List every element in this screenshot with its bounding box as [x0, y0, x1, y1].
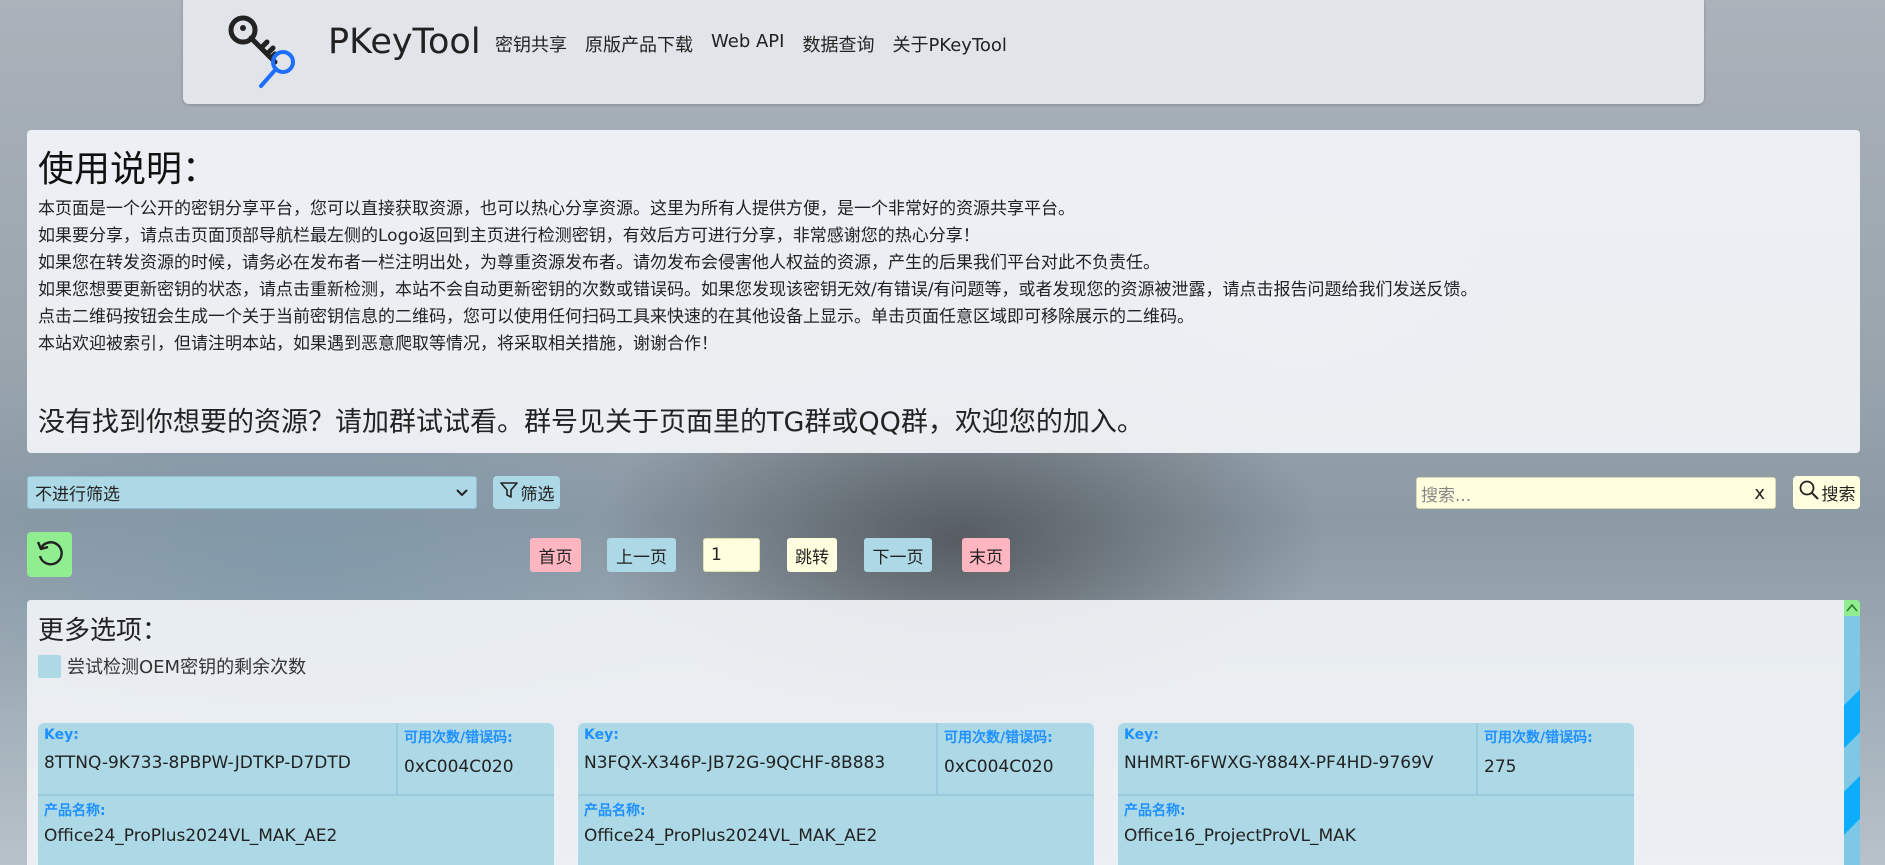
results-scrollbar[interactable] [1844, 600, 1860, 865]
top-navbar: PKeyTool 密钥共享 原版产品下载 Web API 数据查询 关于PKey… [183, 0, 1704, 104]
search-placeholder: 搜索... [1421, 485, 1472, 506]
more-options-title: 更多选项： [38, 616, 169, 646]
nav-item-data-query[interactable]: 数据查询 [802, 31, 874, 57]
product-cell: 产品名称: Office16_ProjectProVL_MAK [1118, 796, 1634, 865]
search-input[interactable]: 搜索... x [1416, 477, 1776, 509]
key-card: Key: N3FQX-X346P-JB72G-9QCHF-8B883 可用次数/… [578, 723, 1094, 865]
key-label: Key: [44, 727, 79, 743]
nav-links: 密钥共享 原版产品下载 Web API 数据查询 关于PKeyTool [495, 31, 1007, 57]
filter-funnel-icon [499, 480, 519, 505]
page-number-input[interactable]: 1 [703, 538, 760, 572]
product-value: Office16_ProjectProVL_MAK [1124, 826, 1356, 846]
chevron-down-icon [455, 483, 469, 503]
instruction-line: 点击二维码按钮会生成一个关于当前密钥信息的二维码，您可以使用任何扫码工具来快速的… [38, 307, 1194, 327]
count-value: 0xC004C020 [944, 757, 1054, 777]
search-clear-button[interactable]: x [1754, 483, 1771, 504]
oem-checkbox[interactable] [38, 654, 61, 678]
filter-button-label: 筛选 [520, 485, 555, 505]
instruction-line: 本页面是一个公开的密钥分享平台，您可以直接获取资源，也可以热心分享资源。这里为所… [38, 199, 1075, 219]
instruction-line: 本站欢迎被索引，但请注明本站，如果遇到恶意爬取等情况，将采取相关措施，谢谢合作！ [38, 334, 718, 354]
prev-page-button[interactable]: 上一页 [607, 538, 676, 572]
nav-item-web-api[interactable]: Web API [711, 31, 784, 57]
scroll-thumb[interactable] [1844, 662, 1860, 862]
jump-button[interactable]: 跳转 [787, 538, 837, 572]
count-label: 可用次数/错误码: [1484, 730, 1593, 746]
count-cell: 可用次数/错误码: 0xC004C020 [938, 723, 1094, 796]
instruction-line: 如果您想要更新密钥的状态，请点击重新检测，本站不会自动更新密钥的次数或错误码。如… [38, 280, 1478, 300]
key-value[interactable]: N3FQX-X346P-JB72G-9QCHF-8B883 [584, 753, 930, 773]
brand-title[interactable]: PKeyTool [328, 22, 481, 62]
nav-item-original-download[interactable]: 原版产品下载 [585, 31, 693, 57]
count-value: 275 [1484, 757, 1517, 777]
count-label: 可用次数/错误码: [404, 730, 513, 746]
product-label: 产品名称: [1124, 803, 1186, 819]
key-cell: Key: NHMRT-6FWXG-Y884X-PF4HD-9769V [1118, 723, 1478, 796]
count-label: 可用次数/错误码: [944, 730, 1053, 746]
search-button[interactable]: 搜索 [1793, 476, 1860, 509]
product-cell: 产品名称: Office24_ProPlus2024VL_MAK_AE2 [38, 796, 554, 865]
last-page-button[interactable]: 末页 [962, 538, 1010, 572]
filter-button[interactable]: 筛选 [493, 476, 560, 509]
key-card: Key: NHMRT-6FWXG-Y884X-PF4HD-9769V 可用次数/… [1118, 723, 1634, 865]
filter-selected-value: 不进行筛选 [35, 485, 120, 505]
product-label: 产品名称: [44, 803, 106, 819]
filter-select[interactable]: 不进行筛选 [27, 476, 477, 509]
key-cell: Key: 8TTNQ-9K733-8PBPW-JDTKP-D7DTD [38, 723, 398, 796]
nav-item-key-share[interactable]: 密钥共享 [495, 31, 567, 57]
product-label: 产品名称: [584, 803, 646, 819]
key-label: Key: [1124, 727, 1159, 743]
product-cell: 产品名称: Office24_ProPlus2024VL_MAK_AE2 [578, 796, 1094, 865]
product-value: Office24_ProPlus2024VL_MAK_AE2 [44, 826, 338, 846]
search-icon [1798, 479, 1820, 506]
logo-key-magnifier-icon[interactable] [223, 10, 303, 90]
count-cell: 可用次数/错误码: 0xC004C020 [398, 723, 554, 796]
first-page-button[interactable]: 首页 [530, 538, 581, 572]
key-label: Key: [584, 727, 619, 743]
search-button-label: 搜索 [1821, 485, 1856, 505]
oem-check-option[interactable]: 尝试检测OEM密钥的剩余次数 [38, 653, 1849, 679]
key-value[interactable]: NHMRT-6FWXG-Y884X-PF4HD-9769V [1124, 753, 1470, 773]
next-page-button[interactable]: 下一页 [864, 538, 932, 572]
instructions-title: 使用说明： [38, 149, 219, 190]
oem-checkbox-label: 尝试检测OEM密钥的剩余次数 [67, 657, 307, 678]
count-value: 0xC004C020 [404, 757, 514, 777]
refresh-button[interactable] [27, 532, 72, 577]
group-notice: 没有找到你想要的资源？请加群试试看。群号见关于页面里的TG群或QQ群，欢迎您的加… [38, 407, 1144, 438]
product-value: Office24_ProPlus2024VL_MAK_AE2 [584, 826, 878, 846]
key-card: Key: 8TTNQ-9K733-8PBPW-JDTKP-D7DTD 可用次数/… [38, 723, 554, 865]
instruction-line: 如果您在转发资源的时候，请务必在发布者一栏注明出处，为尊重资源发布者。请勿发布会… [38, 253, 1160, 273]
scroll-up-icon[interactable] [1844, 600, 1860, 616]
refresh-icon [33, 536, 67, 574]
key-value[interactable]: 8TTNQ-9K733-8PBPW-JDTKP-D7DTD [44, 753, 390, 773]
instructions-panel: 使用说明： 本页面是一个公开的密钥分享平台，您可以直接获取资源，也可以热心分享资… [27, 130, 1860, 453]
instruction-line: 如果要分享，请点击页面顶部导航栏最左侧的Logo返回到主页进行检测密钥，有效后方… [38, 226, 980, 246]
count-cell: 可用次数/错误码: 275 [1478, 723, 1634, 796]
key-cell: Key: N3FQX-X346P-JB72G-9QCHF-8B883 [578, 723, 938, 796]
nav-item-about[interactable]: 关于PKeyTool [892, 31, 1006, 57]
